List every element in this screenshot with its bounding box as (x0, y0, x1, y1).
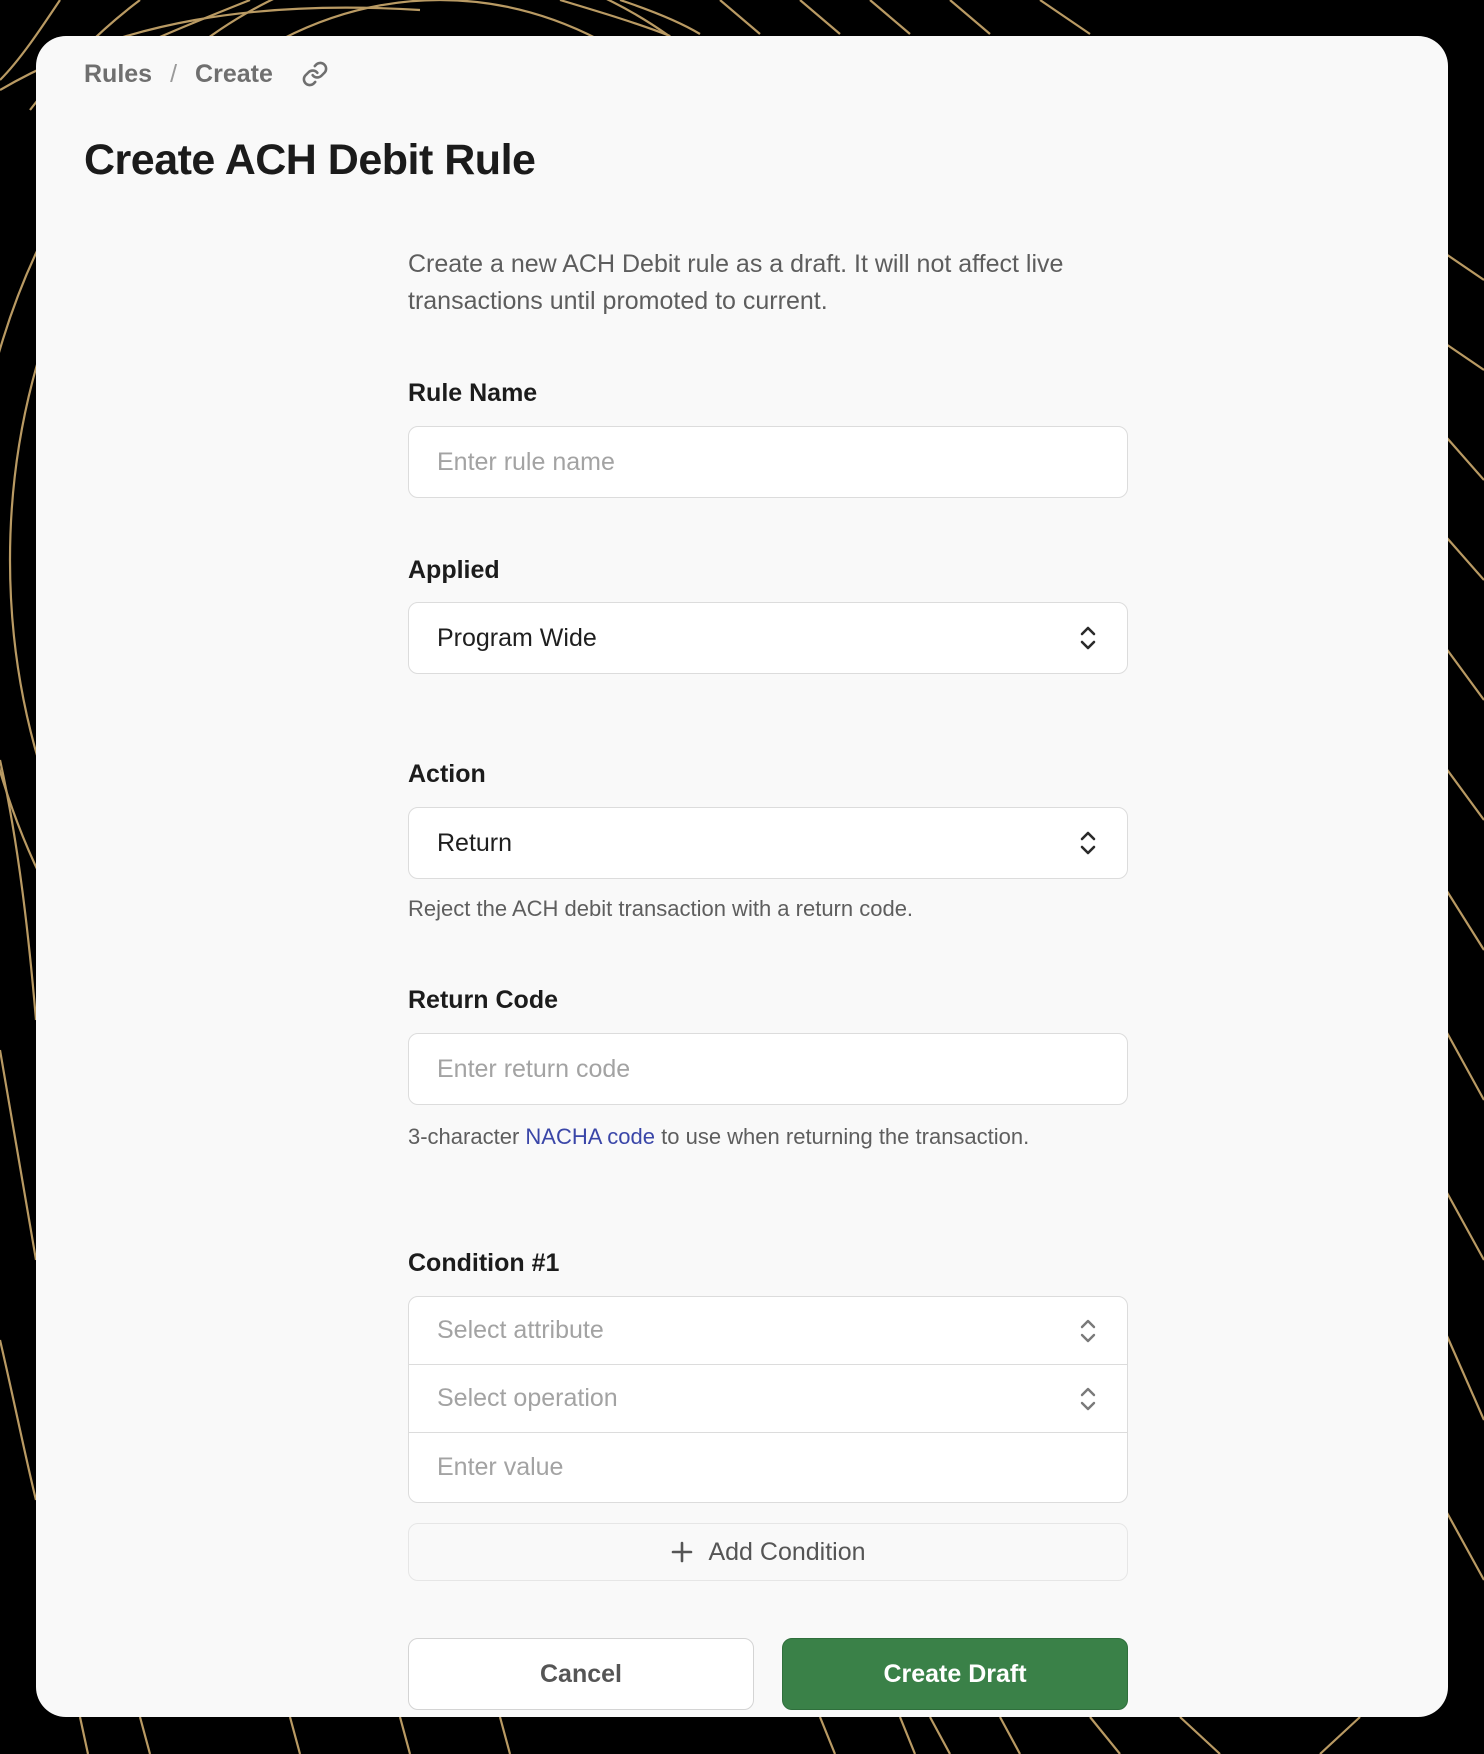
create-draft-button[interactable]: Create Draft (782, 1638, 1128, 1710)
condition-attribute-placeholder: Select attribute (437, 1316, 604, 1344)
chevron-up-down-icon (1077, 1384, 1099, 1414)
condition-value-field[interactable] (409, 1433, 1127, 1501)
return-code-help-suffix: to use when returning the transaction. (655, 1124, 1030, 1149)
breadcrumb-create: Create (195, 59, 273, 88)
condition-attribute-select[interactable]: Select attribute (409, 1297, 1127, 1365)
applied-selected-value: Program Wide (437, 623, 597, 652)
condition-operation-select[interactable]: Select operation (409, 1365, 1127, 1433)
action-label: Action (408, 760, 486, 788)
add-condition-button[interactable]: Add Condition (408, 1523, 1128, 1581)
add-condition-label: Add Condition (708, 1537, 866, 1566)
return-code-help-text: 3-character NACHA code to use when retur… (408, 1124, 1029, 1150)
return-code-field[interactable] (408, 1033, 1128, 1105)
rule-name-label: Rule Name (408, 379, 538, 407)
cancel-button[interactable]: Cancel (408, 1638, 754, 1710)
return-code-label: Return Code (408, 986, 558, 1014)
action-selected-value: Return (437, 828, 513, 857)
action-select[interactable]: Return (408, 807, 1128, 879)
create-rule-card: Rules / Create Create ACH Debit Rule Cre… (36, 36, 1448, 1717)
action-help-text: Reject the ACH debit transaction with a … (408, 896, 914, 921)
plus-icon (670, 1540, 694, 1564)
chevron-up-down-icon (1077, 828, 1099, 858)
breadcrumb-rules[interactable]: Rules (84, 60, 152, 89)
return-code-input[interactable] (437, 1054, 1099, 1084)
condition-1-label: Condition #1 (408, 1249, 560, 1277)
condition-1-group: Select attribute Select operation (408, 1296, 1128, 1503)
rule-name-input[interactable] (437, 447, 1099, 477)
condition-operation-placeholder: Select operation (437, 1384, 618, 1412)
link-icon[interactable] (301, 60, 329, 88)
nacha-code-link[interactable]: NACHA code (525, 1124, 655, 1149)
chevron-up-down-icon (1077, 623, 1099, 653)
applied-select[interactable]: Program Wide (408, 602, 1128, 674)
condition-value-input[interactable] (437, 1452, 1099, 1482)
return-code-help-prefix: 3-character (408, 1124, 526, 1149)
rule-name-field[interactable] (408, 426, 1128, 498)
page-title: Create ACH Debit Rule (84, 136, 536, 184)
chevron-up-down-icon (1077, 1316, 1099, 1346)
applied-label: Applied (408, 556, 500, 584)
breadcrumb: Rules / Create (84, 58, 329, 90)
form-intro-text: Create a new ACH Debit rule as a draft. … (408, 250, 1064, 315)
breadcrumb-separator: / (170, 59, 178, 88)
